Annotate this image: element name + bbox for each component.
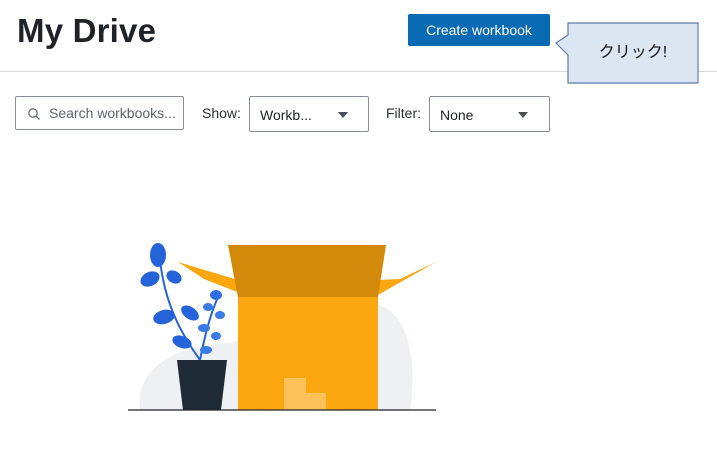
leaf — [198, 324, 210, 332]
show-label: Show: — [202, 105, 241, 121]
chevron-down-icon — [518, 112, 528, 118]
create-workbook-button[interactable]: Create workbook — [408, 14, 550, 46]
leaf — [211, 332, 221, 340]
inner-box — [304, 393, 326, 410]
chevron-down-icon — [338, 112, 348, 118]
leaf — [166, 270, 182, 284]
leaf — [140, 271, 160, 287]
leaf — [215, 311, 225, 319]
leaf — [210, 290, 222, 300]
leaf — [150, 243, 166, 267]
page-title: My Drive — [17, 12, 157, 49]
filter-select-value: None — [440, 107, 474, 123]
empty-box-illustration — [128, 243, 436, 411]
leaf — [172, 335, 192, 349]
search-icon — [28, 108, 40, 120]
inner-box — [284, 378, 306, 410]
leaf — [203, 303, 213, 311]
leaf — [200, 346, 212, 354]
filter-select[interactable]: None — [429, 96, 550, 132]
show-select-value: Workb... — [260, 107, 312, 123]
box-right-flap — [378, 262, 436, 295]
search-input[interactable] — [46, 98, 184, 128]
toolbar: Show: Workb... Filter: None — [0, 96, 717, 136]
show-select[interactable]: Workb... — [249, 96, 369, 132]
box-back-lid — [228, 245, 386, 297]
leaf — [181, 305, 199, 321]
callout-text: クリック! — [598, 44, 668, 61]
plant-pot — [177, 360, 227, 410]
page: My Drive Create workbook クリック! Show: Wor… — [0, 0, 717, 449]
filter-label: Filter: — [386, 105, 421, 121]
search-box[interactable] — [15, 96, 184, 130]
click-callout: クリック! — [555, 22, 699, 84]
